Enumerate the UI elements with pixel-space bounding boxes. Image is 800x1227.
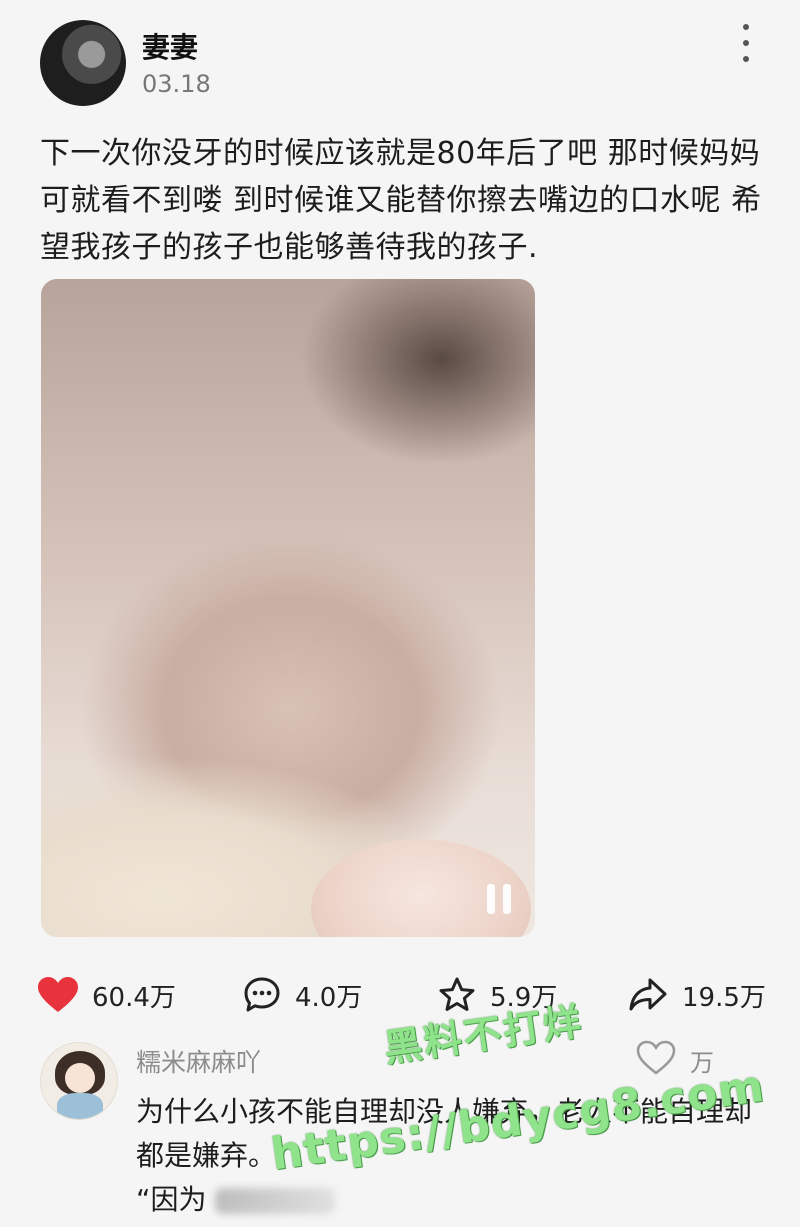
action-bar: 60.4万 4.0万 5.9万 19.5万 xyxy=(38,970,768,1020)
author-name[interactable]: 妻妻 xyxy=(142,26,198,66)
like-count: 60.4万 xyxy=(92,982,176,1013)
post-date: 03.18 xyxy=(142,70,211,98)
share-button[interactable]: 19.5万 xyxy=(628,970,766,1020)
comment-button[interactable]: 4.0万 xyxy=(243,970,362,1020)
comment-text: 为什么小孩不能自理却没人嫌弃，老人不能自理却都是嫌弃。 “因为 xyxy=(136,1090,766,1222)
blurred-text xyxy=(215,1188,336,1214)
commenter-avatar[interactable] xyxy=(40,1042,118,1120)
heart-icon xyxy=(38,977,78,1012)
comment-icon xyxy=(244,977,280,1012)
more-vertical-icon[interactable] xyxy=(733,24,759,62)
favorite-button[interactable]: 5.9万 xyxy=(438,970,557,1020)
star-icon xyxy=(439,977,475,1011)
pause-icon[interactable] xyxy=(482,884,516,918)
commenter-name[interactable]: 糯米麻麻吖 xyxy=(136,1043,261,1079)
comment-like-count: 万 xyxy=(690,1049,714,1077)
comment-count: 4.0万 xyxy=(295,982,363,1013)
like-button[interactable]: 60.4万 xyxy=(38,970,176,1020)
post-text: 下一次你没牙的时候应该就是80年后了吧 那时候妈妈可就看不到喽 到时候谁又能替你… xyxy=(40,136,762,265)
comment-text-tail: “因为 xyxy=(136,1183,207,1216)
heart-outline-icon[interactable] xyxy=(636,1040,676,1076)
author-avatar[interactable] xyxy=(40,20,126,106)
comment-text-line: “因为 xyxy=(136,1178,766,1222)
post-page: 妻妻 03.18 下一次你没牙的时候应该就是80年后了吧 那时候妈妈可就看不到喽… xyxy=(0,0,800,1227)
favorite-count: 5.9万 xyxy=(490,982,558,1013)
share-count: 19.5万 xyxy=(682,982,766,1013)
post-video[interactable] xyxy=(41,279,535,937)
comment-text-body: 为什么小孩不能自理却没人嫌弃，老人不能自理却都是嫌弃。 xyxy=(136,1095,753,1172)
share-icon xyxy=(629,978,667,1011)
